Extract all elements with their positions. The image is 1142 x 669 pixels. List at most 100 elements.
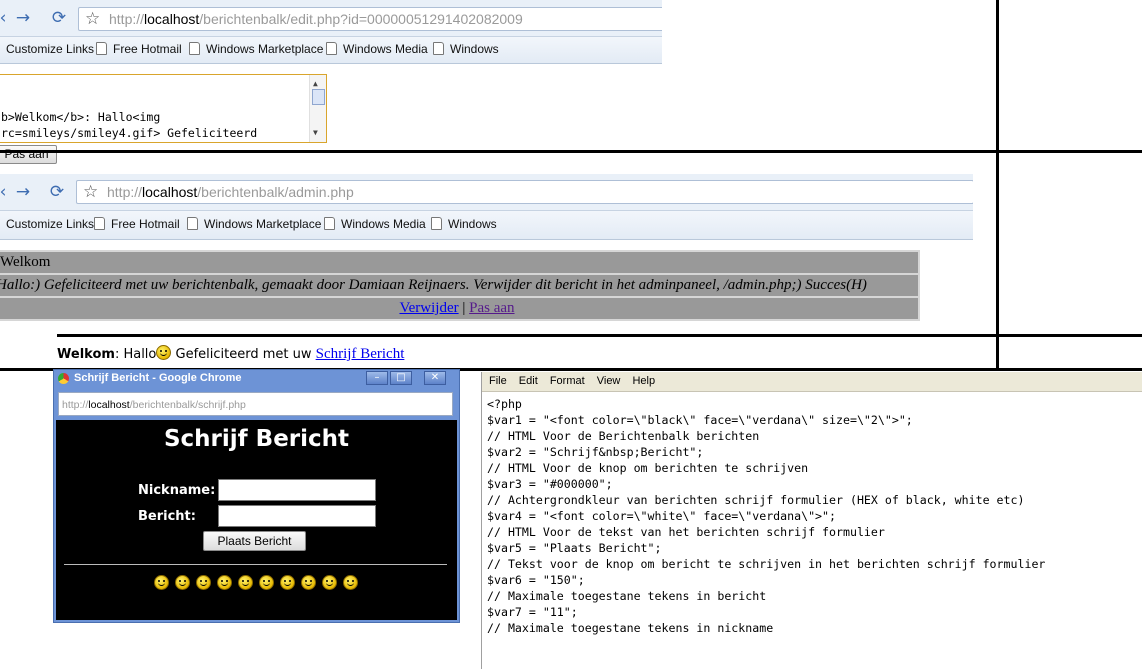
forward-arrow-icon[interactable]: →: [12, 181, 34, 203]
reload-icon[interactable]: ⟳: [46, 181, 68, 203]
message-textarea-text: b>Welkom</b>: Hallo<img rc=smileys/smile…: [1, 110, 258, 140]
url-prefix: http://: [62, 399, 89, 411]
form-separator: [64, 564, 447, 565]
table-row: Welkom: [0, 250, 920, 275]
scroll-down-icon[interactable]: ▼: [313, 125, 318, 141]
ticker-text: Gefeliciteerd met uw: [171, 347, 312, 362]
notepad-window: File Edit Format View Help <?php $var1 =…: [481, 372, 1142, 669]
menu-file[interactable]: File: [489, 372, 507, 391]
message-text-cell: Hallo:) Gefeliciteerd met uw berichtenba…: [0, 273, 920, 298]
minimize-icon[interactable]: –: [366, 371, 388, 385]
edit-link[interactable]: Pas aan: [469, 300, 514, 316]
edit-window: ‹ → ⟳ ☆ http://localhost/berichtenbalk/e…: [0, 0, 662, 150]
link-separator: |: [462, 300, 466, 316]
smiley-icon[interactable]: [343, 575, 358, 590]
menu-help[interactable]: Help: [632, 372, 655, 391]
table-row: Hallo:) Gefeliciteerd met uw berichtenba…: [0, 273, 920, 298]
forward-arrow-icon[interactable]: →: [12, 7, 34, 29]
bookmark-windows-media[interactable]: Windows Media: [326, 37, 428, 61]
bookmark-label: Windows Marketplace: [206, 42, 324, 56]
scroll-thumb[interactable]: [312, 89, 325, 105]
chrome-icon: [58, 373, 69, 384]
notepad-text-area[interactable]: <?php $var1 = "<font color=\"black\" fac…: [487, 396, 1045, 636]
message-ticker: Welkom: Hallo Gefeliciteerd met uw Schri…: [57, 345, 404, 364]
message-nickname-cell: Welkom: [0, 250, 920, 275]
url-host: localhost: [88, 399, 130, 411]
smiley-bar: [154, 573, 358, 592]
bookmark-windows-marketplace[interactable]: Windows Marketplace: [187, 212, 321, 236]
bookmark-label: Windows Marketplace: [204, 217, 322, 231]
nickname-label: Nickname:: [138, 483, 216, 498]
bookmark-label: Windows: [448, 217, 497, 231]
page-icon: [189, 42, 200, 55]
page-icon: [326, 42, 337, 55]
ticker-text: : Hallo: [114, 347, 157, 362]
address-bar[interactable]: ☆ http://localhost/berichtenbalk/edit.ph…: [78, 7, 662, 31]
bookmark-windows[interactable]: Windows: [433, 37, 499, 61]
notepad-menu-bar: File Edit Format View Help: [482, 372, 1142, 392]
delete-link[interactable]: Verwijder: [399, 300, 458, 316]
bookmark-windows-media[interactable]: Windows Media: [324, 212, 426, 236]
page-icon: [96, 42, 107, 55]
bookmarks-bar: Customize Links Free Hotmail Windows Mar…: [0, 211, 973, 240]
bookmark-free-hotmail[interactable]: Free Hotmail: [94, 212, 180, 236]
table-row: Verwijder | Pas aan: [0, 296, 920, 321]
url-host: localhost: [144, 11, 200, 27]
close-icon[interactable]: ✕: [424, 371, 446, 385]
message-textarea[interactable]: b>Welkom</b>: Hallo<img rc=smileys/smile…: [0, 74, 327, 143]
page-icon: [324, 217, 335, 230]
bookmark-free-hotmail[interactable]: Free Hotmail: [96, 37, 182, 61]
ticker-label: Welkom: [57, 347, 115, 362]
bookmark-windows-marketplace[interactable]: Windows Marketplace: [189, 37, 323, 61]
bookmark-label: Windows Media: [341, 217, 426, 231]
url-path: /berichtenbalk/schrijf.php: [129, 399, 246, 411]
write-form: Schrijf Bericht Nickname: Bericht: Plaat…: [56, 420, 457, 620]
form-heading: Schrijf Bericht: [163, 426, 350, 452]
smiley-icon: [156, 345, 172, 360]
bookmarks-bar: Customize Links Free Hotmail Windows Mar…: [0, 37, 662, 64]
bookmark-label: Windows: [450, 42, 499, 56]
smiley-icon[interactable]: [196, 575, 211, 590]
admin-window-toolbar: ‹ → ⟳ ☆ http://localhost/berichtenbalk/a…: [0, 174, 973, 211]
page-icon: [187, 217, 198, 230]
bookmark-windows[interactable]: Windows: [431, 212, 497, 236]
popup-address-bar[interactable]: http://localhost/berichtenbalk/schrijf.p…: [58, 392, 453, 416]
menu-view[interactable]: View: [597, 372, 621, 391]
smiley-icon[interactable]: [280, 575, 295, 590]
write-message-link[interactable]: Schrijf Bericht: [316, 346, 405, 362]
smiley-icon[interactable]: [217, 575, 232, 590]
divider-horizontal-top: [0, 150, 1142, 153]
url-path: /berichtenbalk/edit.php?id=0000005129140…: [199, 11, 523, 27]
maximize-icon[interactable]: □: [390, 371, 412, 385]
address-bar[interactable]: ☆ http://localhost/berichtenbalk/admin.p…: [76, 180, 973, 204]
bookmark-customize-links[interactable]: Customize Links: [6, 212, 94, 236]
menu-format[interactable]: Format: [550, 372, 585, 391]
message-input[interactable]: [218, 505, 376, 527]
reload-icon[interactable]: ⟳: [48, 7, 70, 29]
divider-horizontal-short: [57, 334, 1142, 337]
divider-vertical: [996, 0, 999, 370]
smiley-icon[interactable]: [175, 575, 190, 590]
page-icon: [431, 217, 442, 230]
menu-edit[interactable]: Edit: [519, 372, 538, 391]
star-icon[interactable]: ☆: [85, 8, 100, 30]
bookmark-label: Windows Media: [343, 42, 428, 56]
admin-message-table: Welkom Hallo:) Gefeliciteerd met uw beri…: [0, 250, 920, 321]
url-prefix: http://: [107, 184, 143, 200]
save-button[interactable]: Pas aan: [0, 145, 57, 164]
star-icon[interactable]: ☆: [83, 181, 98, 203]
nickname-input[interactable]: [218, 479, 376, 501]
post-message-button[interactable]: Plaats Bericht: [203, 531, 306, 551]
write-message-popup: Schrijf Bericht - Google Chrome – □ ✕ ht…: [53, 369, 460, 623]
smiley-icon[interactable]: [322, 575, 337, 590]
textarea-scrollbar[interactable]: ▲ ▼: [309, 75, 326, 142]
url-host: localhost: [142, 184, 198, 200]
bookmark-customize-links[interactable]: Customize Links: [6, 37, 94, 61]
bookmark-label: Free Hotmail: [113, 42, 182, 56]
edit-window-toolbar: ‹ → ⟳ ☆ http://localhost/berichtenbalk/e…: [0, 0, 662, 37]
smiley-icon[interactable]: [301, 575, 316, 590]
message-actions-cell: Verwijder | Pas aan: [0, 296, 920, 321]
smiley-icon[interactable]: [154, 575, 169, 590]
smiley-icon[interactable]: [259, 575, 274, 590]
smiley-icon[interactable]: [238, 575, 253, 590]
